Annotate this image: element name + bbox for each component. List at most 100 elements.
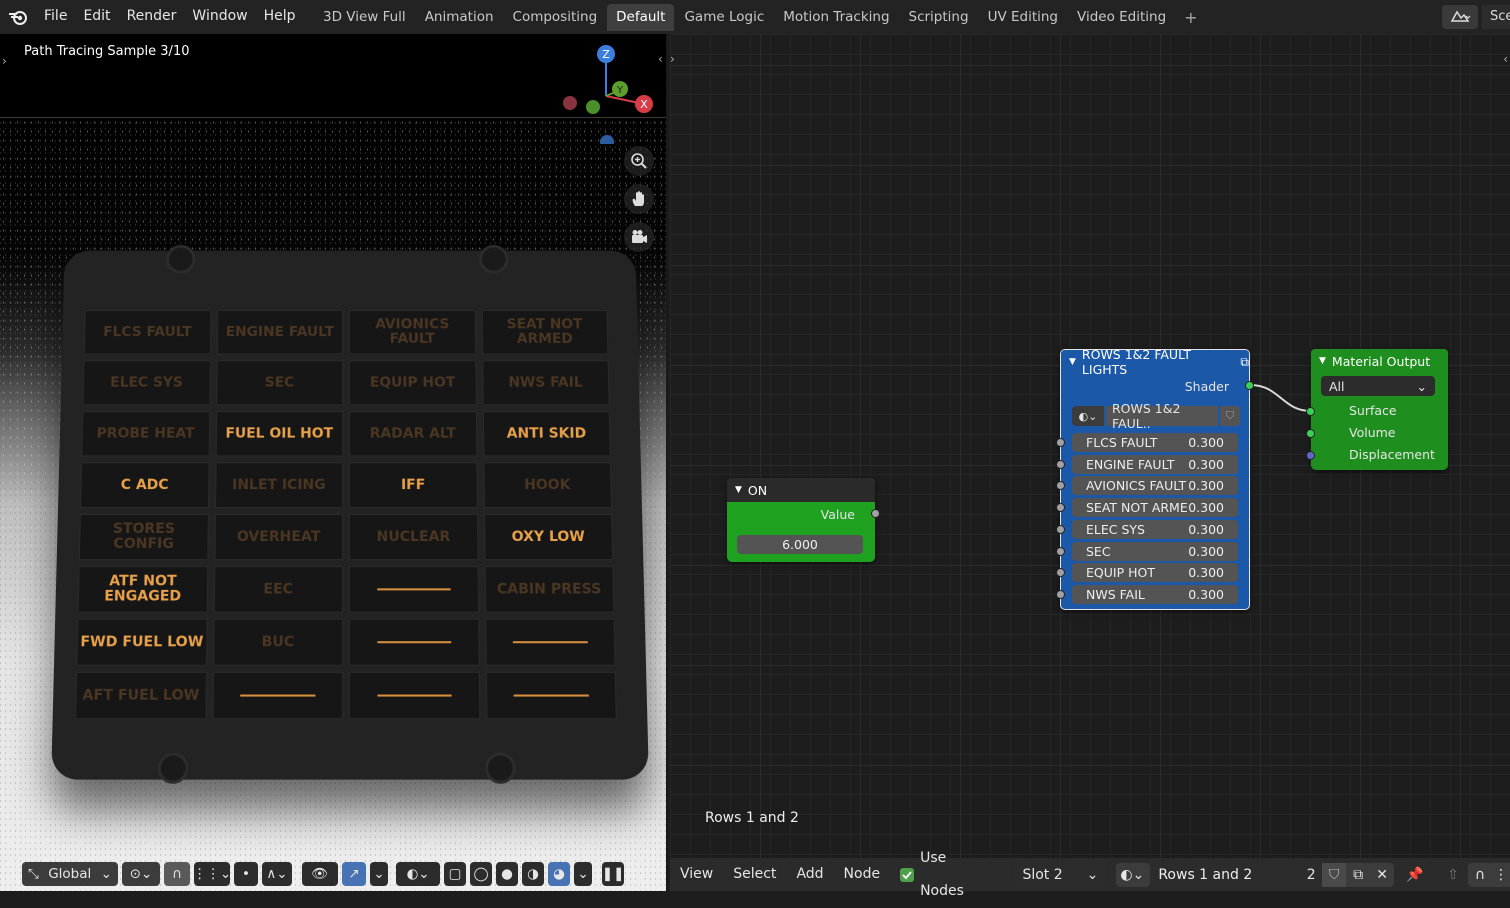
collapse-arrow-icon[interactable]: ▼ [1069,357,1076,367]
material-users-count[interactable]: 2 [1300,862,1323,887]
shader-node-editor[interactable]: › ‹ ▼ ON Value 6.000 ▼ ROWS 1&2 FAULT LI… [670,34,1510,858]
group-node-rows-1-2[interactable]: ▼ ROWS 1&2 FAULT LIGHTS ⧉ Shader ◐⌄ ROWS… [1056,347,1254,610]
toolbar-toggle-icon[interactable]: › [2,54,7,68]
fake-user-shield-icon[interactable]: ⛉ [1220,406,1240,426]
hand-pan-icon[interactable] [624,184,654,214]
scene-name[interactable]: Sce [1482,5,1510,29]
material-output-node[interactable]: ▼ Material Output All ⌄ Surface Volume D… [1306,349,1448,470]
menu-file[interactable]: File [36,0,75,34]
caution-light-label: OXY LOW [511,528,585,545]
snap-toggle[interactable]: ∩ [164,862,190,886]
node-tree-browse-icon[interactable]: ◐⌄ [1072,406,1104,426]
node-group-icon[interactable]: ⧉ [1240,355,1249,370]
caution-light-cell: ANTI SKID [482,411,611,457]
collapse-arrow-icon[interactable]: ▼ [1319,356,1326,366]
pivot-point-dropdown[interactable]: ⊙⌄ [122,862,160,886]
group-input-field[interactable]: ELEC SYS 0.300 [1072,519,1238,539]
rendered-shading-button[interactable]: ◕ [548,862,570,886]
menu-view[interactable]: View [670,858,723,891]
group-input-socket[interactable] [1056,589,1065,599]
visibility-dropdown[interactable]: 👁 [302,862,338,886]
zoom-icon[interactable] [624,146,654,176]
material-output-header[interactable]: ▼ Material Output [1311,349,1448,373]
node-tree-name[interactable]: ROWS 1&2 FAUL.. [1106,401,1218,431]
navigation-gizmo[interactable]: Z Y X [560,44,660,144]
gizmo-dropdown[interactable]: ⌄ [370,862,388,886]
group-input-socket[interactable] [1056,481,1065,491]
collapse-arrow-icon[interactable]: ▼ [735,485,742,495]
gizmo-toggle[interactable]: ↗ [342,862,366,886]
menu-edit[interactable]: Edit [75,0,118,34]
3d-viewport[interactable]: Path Tracing Sample 3/10 › ‹ Z Y X FLCS … [0,34,668,891]
blender-logo-icon[interactable] [0,0,36,34]
add-workspace-button[interactable]: + [1176,4,1205,31]
menu-node[interactable]: Node [834,858,891,891]
surface-input-socket[interactable] [1306,407,1315,416]
tab-video-editing[interactable]: Video Editing [1068,4,1175,31]
group-input-field[interactable]: AVIONICS FAULT 0.300 [1072,476,1238,496]
transform-orientation-dropdown[interactable]: ⤡ Global ⌄ [22,862,118,886]
menu-add[interactable]: Add [786,858,833,891]
snap-element-icon[interactable]: ⋮ [1491,862,1510,887]
parent-node-tree-icon[interactable]: ⇧ [1438,863,1468,887]
tab-default[interactable]: Default [607,4,675,31]
tab-game-logic[interactable]: Game Logic [675,4,773,31]
overlay-dropdown[interactable]: ◐⌄ [396,862,440,886]
group-input-field[interactable]: SEC 0.300 [1072,541,1238,561]
use-nodes-checkbox[interactable]: Use Nodes [890,850,1004,899]
snap-target-dropdown[interactable]: ⋮⋮⌄ [193,862,231,886]
duplicate-material-icon[interactable]: ⧉ [1346,862,1371,887]
scene-icon[interactable] [1442,5,1478,29]
target-dropdown[interactable]: All ⌄ [1321,376,1435,396]
displacement-input-socket[interactable] [1306,451,1315,460]
group-input-field[interactable]: NWS FAIL 0.300 [1072,584,1238,604]
chevron-down-icon: ⌄ [1416,378,1427,394]
solid-shading-button[interactable]: ● [496,862,518,886]
group-node-header[interactable]: ▼ ROWS 1&2 FAULT LIGHTS ⧉ [1061,347,1249,377]
material-browse-icon[interactable]: ◐⌄ [1116,862,1151,887]
group-input-field[interactable]: SEAT NOT ARME 0.300 [1072,498,1238,518]
group-input-socket[interactable] [1056,459,1065,469]
group-input-socket[interactable] [1056,568,1065,578]
shader-output-socket[interactable] [1245,381,1254,390]
tab-uv-editing[interactable]: UV Editing [979,4,1067,31]
pin-icon[interactable]: 📌 [1400,863,1430,887]
proportional-edit-toggle[interactable]: • [234,862,258,886]
volume-input-socket[interactable] [1306,429,1315,438]
snap-toggle-icon[interactable]: ∩ [1468,862,1492,887]
group-input-socket[interactable] [1056,503,1065,513]
pause-render-button[interactable]: ❚❚ [602,862,624,886]
tab-3d-view-full[interactable]: 3D View Full [314,4,415,31]
shading-dropdown[interactable]: ⌄ [574,862,592,886]
material-shading-button[interactable]: ◑ [522,862,544,886]
value-node-header[interactable]: ▼ ON [727,478,875,502]
tab-motion-tracking[interactable]: Motion Tracking [774,4,898,31]
menu-help[interactable]: Help [256,0,304,34]
value-field[interactable]: 6.000 [737,535,863,554]
displacement-label: Displacement [1349,447,1435,462]
fake-user-shield-icon[interactable]: ⛉ [1322,862,1347,887]
caution-light-cell: EEC [213,566,343,613]
value-node[interactable]: ▼ ON Value 6.000 [727,478,880,562]
proportional-falloff-dropdown[interactable]: ∧⌄ [262,862,292,886]
unlink-material-icon[interactable]: ✕ [1370,862,1395,887]
value-output-socket[interactable] [871,509,880,518]
group-input-field[interactable]: FLCS FAULT 0.300 [1072,433,1238,452]
group-input-socket[interactable] [1056,546,1065,556]
wireframe-shading-button[interactable]: ◯ [470,862,492,886]
scene-selector[interactable]: Sce [1442,5,1510,29]
tab-compositing[interactable]: Compositing [504,4,607,31]
group-input-socket[interactable] [1056,438,1065,447]
menu-window[interactable]: Window [184,0,255,34]
xray-toggle[interactable]: ▢ [444,862,466,886]
tab-scripting[interactable]: Scripting [900,4,978,31]
camera-icon[interactable] [624,222,654,252]
group-input-field[interactable]: EQUIP HOT 0.300 [1072,563,1238,583]
material-slot-dropdown[interactable]: Slot 2 ⌄ [1014,862,1107,887]
tab-animation[interactable]: Animation [416,4,503,31]
group-input-socket[interactable] [1056,524,1065,534]
group-input-field[interactable]: ENGINE FAULT 0.300 [1072,454,1238,474]
menu-render[interactable]: Render [119,0,185,34]
menu-select[interactable]: Select [723,858,786,891]
material-name-field[interactable]: Rows 1 and 2 [1150,862,1301,887]
